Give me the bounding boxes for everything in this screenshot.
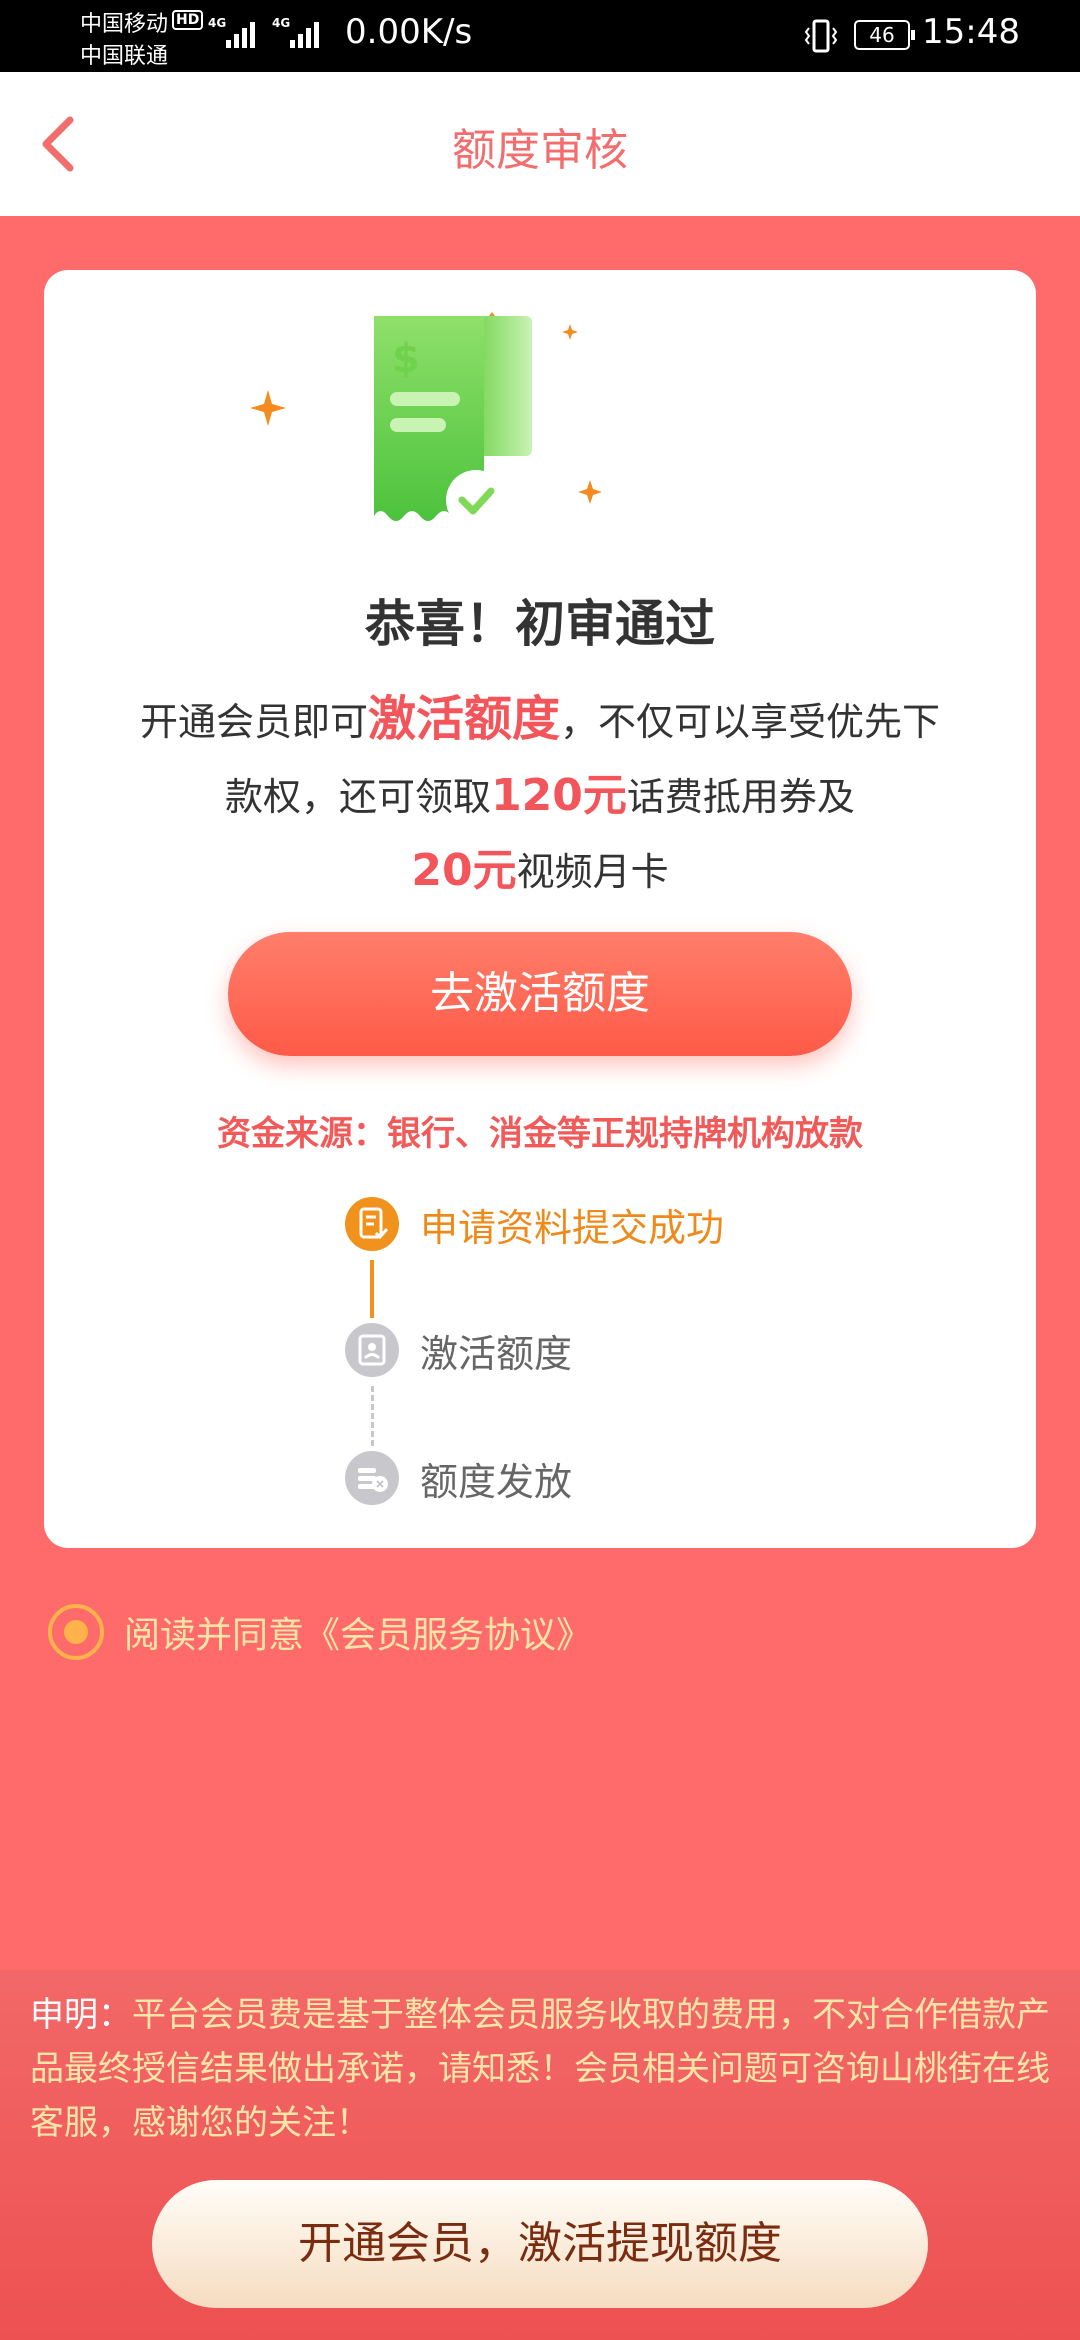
highlight-coupon-amount: 120元	[491, 770, 627, 821]
receipt-approved-icon: $	[374, 312, 602, 530]
disclaimer-body: 平台会员费是基于整体会员服务收取的费用，不对合作借款产品最终授信结果做出承诺，请…	[30, 1995, 1050, 2143]
agreement-link[interactable]: 阅读并同意《会员服务协议》	[124, 1606, 592, 1658]
approval-headline: 恭喜！初审通过	[365, 595, 715, 653]
document-check-icon	[345, 1197, 399, 1251]
vibrate-icon	[804, 19, 838, 53]
highlight-activate: 激活额度	[367, 691, 560, 747]
battery-icon: 46	[854, 20, 915, 50]
open-membership-button[interactable]: 开通会员，激活提现额度	[152, 2180, 928, 2308]
disclaimer-label: 申明：	[30, 1995, 132, 2035]
signal-icon: 4G	[208, 16, 255, 48]
step-label: 申请资料提交成功	[420, 1205, 725, 1250]
hd-badge: HD	[172, 10, 204, 30]
step-label: 额度发放	[420, 1459, 573, 1504]
agreement-row[interactable]: 阅读并同意《会员服务协议》	[48, 1604, 592, 1660]
signal-2-label: 4G	[272, 16, 291, 30]
coin-stack-icon	[345, 1451, 399, 1505]
step-activate: 激活额度	[344, 1322, 572, 1378]
svg-text:$: $	[392, 336, 420, 382]
clock: 15:48	[922, 12, 1020, 52]
agreement-checkbox[interactable]	[48, 1604, 104, 1660]
signal-icon: 4G	[272, 16, 319, 48]
activate-credit-button[interactable]: 去激活额度	[228, 932, 852, 1056]
benefit-description: 开通会员即可激活额度，不仅可以享受优先下款权，还可领取120元话费抵用券及 20元…	[139, 691, 941, 896]
net-speed: 0.00K/s	[345, 12, 473, 52]
funding-source-note: 资金来源：银行、消金等正规持牌机构放款	[217, 1114, 863, 1154]
highlight-video-card: 20元	[411, 845, 517, 896]
carrier-2: 中国联通	[80, 44, 169, 69]
disclaimer-notice: 申明：平台会员费是基于整体会员服务收取的费用，不对合作借款产品最终授信结果做出承…	[30, 1988, 1060, 2150]
approval-card: $ 恭喜！初审通过 开通会员即可激活额度，不仅可以享受优先下款权，还可领取120…	[44, 270, 1036, 1548]
carrier-1: 中国移动	[80, 12, 169, 37]
sparkle-icon	[250, 390, 286, 426]
signal-1-label: 4G	[208, 16, 227, 30]
id-card-icon	[345, 1323, 399, 1377]
page-title: 额度审核	[452, 125, 628, 176]
step-submitted: 申请资料提交成功	[344, 1196, 724, 1252]
progress-line-pending	[371, 1386, 374, 1446]
step-label: 激活额度	[420, 1331, 573, 1376]
step-disburse: 额度发放	[344, 1450, 572, 1506]
footer-panel: 申明：平台会员费是基于整体会员服务收取的费用，不对合作借款产品最终授信结果做出承…	[0, 1970, 1080, 2340]
nav-header: 额度审核	[0, 72, 1080, 216]
status-bar: 中国移动 HD 中国联通 4G 4G 0.00K/s 46 15:48	[0, 0, 1080, 72]
progress-line-done	[370, 1260, 374, 1318]
